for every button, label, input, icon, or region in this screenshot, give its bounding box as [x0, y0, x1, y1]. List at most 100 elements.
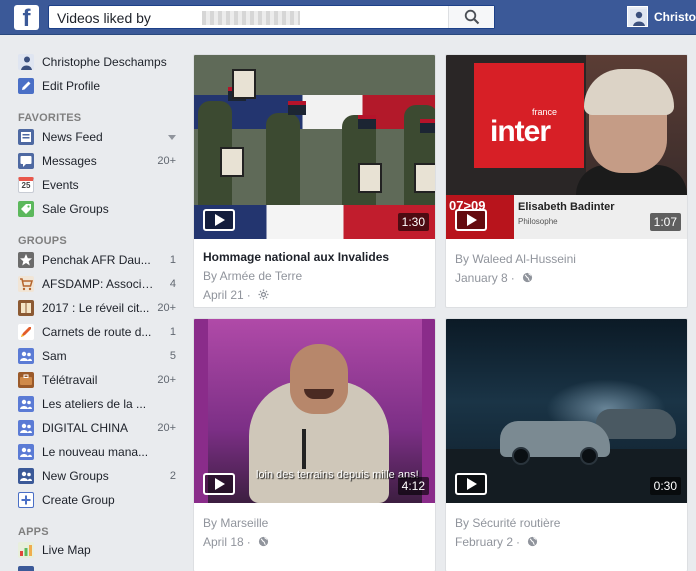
play-icon[interactable] — [203, 473, 235, 495]
profile-button[interactable]: Christo — [627, 5, 696, 29]
video-thumbnail[interactable]: france inter 07>09 Elisabeth Badinter Ph… — [446, 55, 687, 239]
video-author[interactable]: By Waleed Al-Husseini — [455, 252, 576, 266]
sidebar-edit-profile[interactable]: Edit Profile — [18, 76, 180, 98]
thumb-subtitle: loin des terrains depuis mille ans! — [256, 469, 419, 481]
sidebar-item-label: Carnets de route d... — [42, 325, 152, 339]
sidebar-item-group[interactable]: Sam 5 — [18, 346, 180, 368]
sidebar-item-count: 20+ — [157, 374, 176, 386]
thumb-wheel — [580, 447, 598, 465]
sidebar-item-group[interactable]: AFSDAMP: Associat... 4 — [18, 274, 180, 296]
sidebar-item-label: 2017 : Le réveil cit... — [42, 301, 150, 315]
globe-icon — [528, 536, 538, 547]
caret-down-icon[interactable] — [168, 135, 176, 140]
thumb-kepi — [288, 101, 306, 115]
thumb-wheel — [512, 447, 530, 465]
play-icon[interactable] — [455, 473, 487, 495]
thumb-portrait — [358, 163, 382, 193]
sidebar-item-count: 2 — [169, 470, 176, 482]
search-icon — [464, 9, 480, 25]
video-author[interactable]: By Sécurité routière — [455, 516, 560, 530]
groups-header: GROUPS — [18, 235, 67, 247]
sidebar-item-label: Messages — [42, 154, 97, 168]
apps-header: APPS — [18, 526, 49, 538]
separator-dot: · — [246, 288, 251, 302]
sidebar-item-group[interactable]: DIGITAL CHINA 20+ — [18, 418, 180, 440]
thumb-kepi — [420, 119, 435, 133]
facebook-logo[interactable]: f — [14, 5, 39, 30]
video-card[interactable]: france inter 07>09 Elisabeth Badinter Ph… — [445, 54, 688, 308]
sidebar-item-new-groups[interactable]: New Groups 2 — [18, 466, 180, 488]
live-map-icon — [18, 542, 34, 558]
group-icon — [18, 396, 34, 412]
video-duration: 1:30 — [397, 213, 429, 231]
video-date-line: April 18 · — [203, 535, 269, 549]
sidebar-item-messages[interactable]: Messages 20+ — [18, 151, 180, 173]
sidebar-item-events[interactable]: 25 Events — [18, 175, 180, 197]
sidebar-item-label: DIGITAL CHINA — [42, 421, 129, 435]
play-icon[interactable] — [203, 209, 235, 231]
sidebar-item-create-group[interactable]: Create Group — [18, 490, 180, 512]
video-author[interactable]: By Marseille — [203, 516, 268, 530]
sidebar-item-label: News Feed — [42, 130, 103, 144]
sidebar-item-label: Sale Groups — [42, 202, 109, 216]
play-icon[interactable] — [455, 209, 487, 231]
thumb-lower-third-name: Elisabeth Badinter — [518, 201, 615, 213]
pencil-icon — [18, 78, 34, 94]
sidebar-item-app[interactable] — [18, 564, 180, 571]
video-date[interactable]: February 2 — [455, 535, 513, 549]
sidebar-item-count: 1 — [169, 254, 176, 266]
video-author[interactable]: By Armée de Terre — [203, 269, 302, 283]
search-button[interactable] — [448, 6, 494, 28]
user-avatar-icon — [630, 9, 647, 26]
video-title[interactable]: Hommage national aux Invalides — [203, 250, 389, 264]
search-bar[interactable]: Videos liked by — [48, 5, 495, 29]
sidebar-edit-profile-label: Edit Profile — [42, 79, 101, 93]
new-groups-icon — [18, 468, 34, 484]
separator-dot: · — [246, 535, 251, 549]
sidebar-item-group[interactable]: Télétravail 20+ — [18, 370, 180, 392]
sidebar-item-count: 20+ — [157, 422, 176, 434]
video-duration: 0:30 — [649, 477, 681, 495]
sidebar-item-group[interactable]: Le nouveau mana... — [18, 442, 180, 464]
sidebar-item-label: Sam — [42, 349, 67, 363]
search-input[interactable]: Videos liked by — [57, 10, 151, 26]
book-icon — [18, 300, 34, 316]
sidebar-item-news-feed[interactable]: News Feed — [18, 127, 180, 149]
group-icon — [18, 348, 34, 364]
sidebar-item-label: AFSDAMP: Associat... — [42, 277, 158, 291]
video-thumbnail[interactable]: loin des terrains depuis mille ans! 4:12 — [194, 319, 435, 503]
video-date-line: April 21 · — [203, 288, 269, 302]
video-thumbnail[interactable]: 0:30 — [446, 319, 687, 503]
left-sidebar: Christophe Deschamps Edit Profile FAVORI… — [0, 35, 186, 571]
video-thumbnail[interactable]: 1:30 — [194, 55, 435, 239]
sidebar-item-sale-groups[interactable]: Sale Groups — [18, 199, 180, 221]
news-feed-icon — [18, 129, 34, 145]
thumb-portrait — [220, 147, 244, 177]
sidebar-item-label: Live Map — [42, 543, 91, 557]
video-duration: 1:07 — [649, 213, 681, 231]
star-icon — [18, 252, 34, 268]
video-card[interactable]: 0:30 By Sécurité routière February 2 · — [445, 318, 688, 571]
top-bar: f Videos liked by Christo — [0, 0, 696, 35]
video-date-line: January 8 · — [455, 271, 533, 285]
sidebar-item-label: Events — [42, 178, 79, 192]
rocket-icon — [18, 324, 34, 340]
briefcase-icon — [18, 372, 34, 388]
sidebar-item-count: 1 — [169, 326, 176, 338]
redacted-name — [202, 11, 300, 25]
video-date[interactable]: January 8 — [455, 271, 508, 285]
sidebar-item-group[interactable]: 2017 : Le réveil cit... 20+ — [18, 298, 180, 320]
sidebar-item-group[interactable]: Les ateliers de la ... — [18, 394, 180, 416]
sidebar-profile[interactable]: Christophe Deschamps — [18, 52, 180, 74]
video-date[interactable]: April 18 — [203, 535, 244, 549]
sidebar-item-count: 5 — [169, 350, 176, 362]
sidebar-item-live-map[interactable]: Live Map — [18, 540, 180, 562]
sidebar-item-group[interactable]: Penchak AFR Dau... 1 — [18, 250, 180, 272]
sidebar-item-label: Penchak AFR Dau... — [42, 253, 151, 267]
sale-groups-icon — [18, 201, 34, 217]
video-date[interactable]: April 21 — [203, 288, 244, 302]
video-card[interactable]: loin des terrains depuis mille ans! 4:12… — [193, 318, 436, 571]
video-card[interactable]: 1:30 Hommage national aux Invalides By A… — [193, 54, 436, 308]
sidebar-item-group[interactable]: Carnets de route d... 1 — [18, 322, 180, 344]
sidebar-item-count: 20+ — [157, 302, 176, 314]
